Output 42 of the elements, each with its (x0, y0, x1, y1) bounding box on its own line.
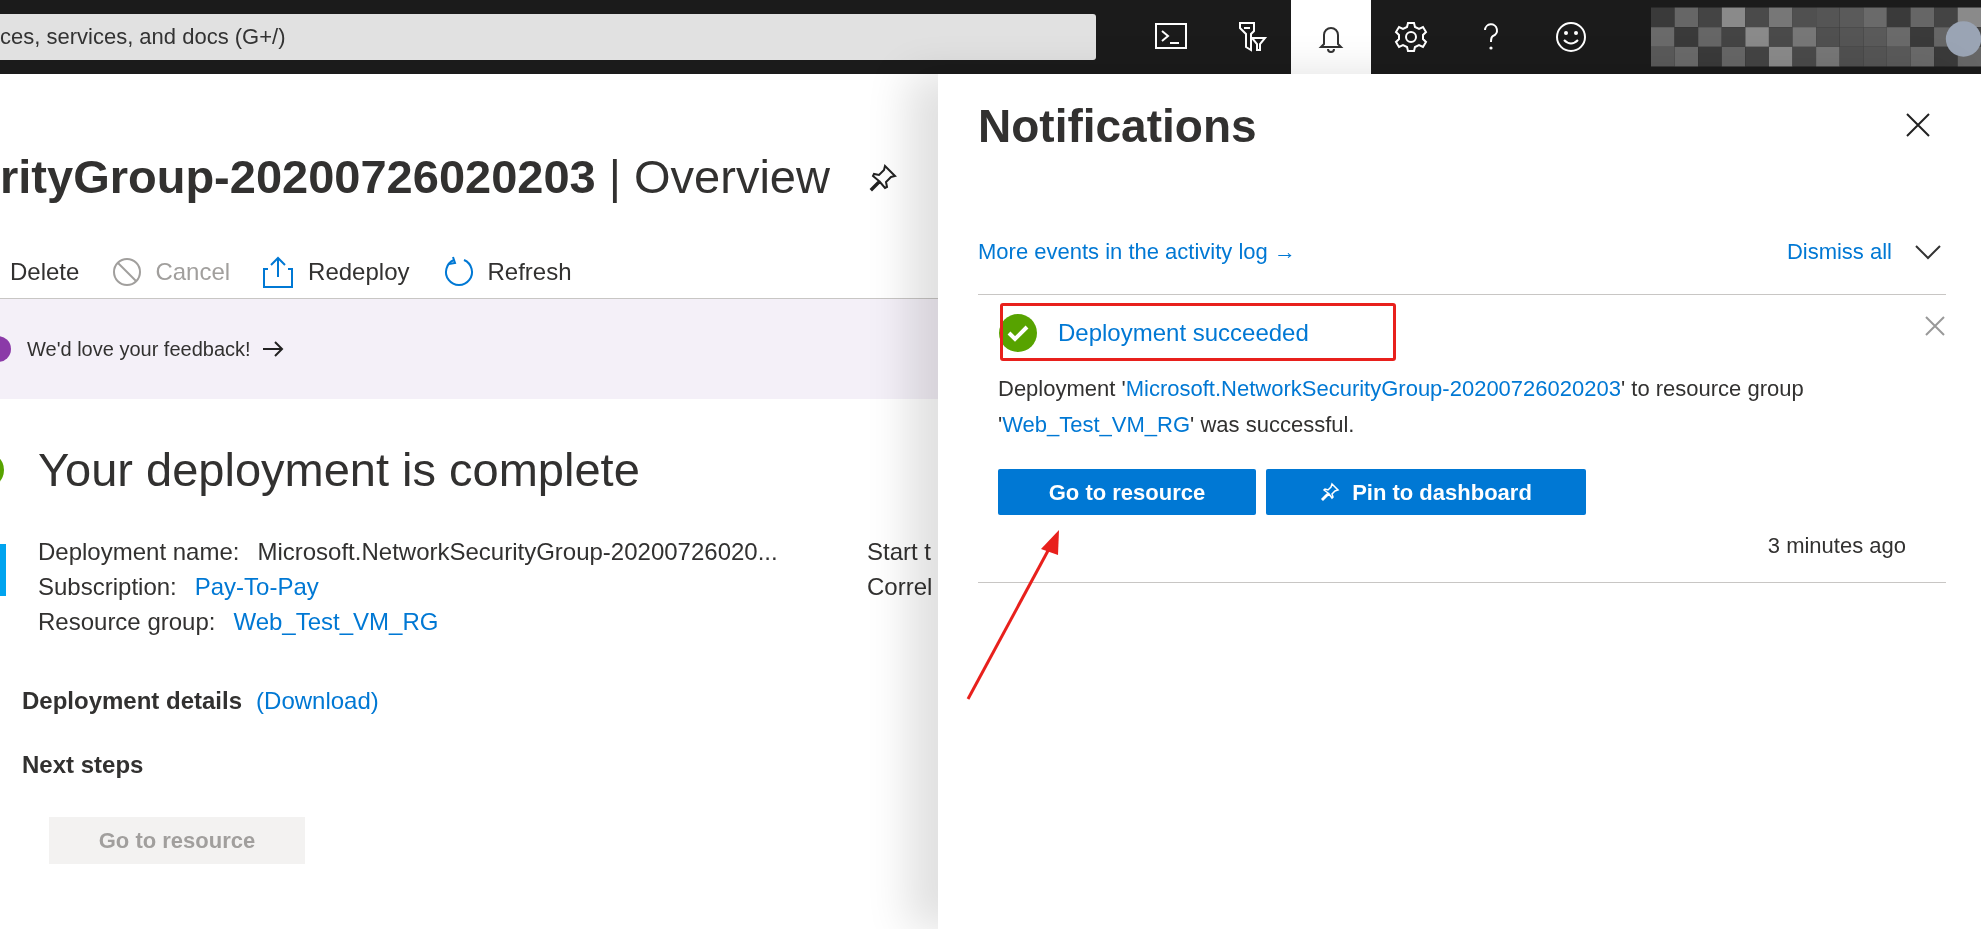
detail-link[interactable]: Web_Test_VM_RG (233, 603, 439, 639)
cancel-icon (111, 255, 144, 288)
download-link[interactable]: (Download) (256, 682, 379, 719)
refresh-button[interactable]: Refresh (441, 253, 572, 290)
arrow-icon (260, 339, 285, 359)
success-icon (998, 313, 1038, 353)
section-heading: Deployment details (22, 685, 243, 716)
detail-label: Deployment name: (38, 536, 240, 567)
delete-button[interactable]: Delete (10, 253, 80, 290)
redeploy-button[interactable]: Redeploy (262, 253, 410, 290)
deployment-heading: Your deployment is complete (38, 442, 640, 498)
resource-link[interactable]: Microsoft.NetworkSecurityGroup-20200726020203 (1125, 376, 1621, 401)
detail-label: Start t (867, 536, 932, 567)
close-icon[interactable] (1905, 112, 1931, 138)
detail-label: Subscription: (38, 571, 177, 602)
upload-icon (262, 254, 295, 289)
bell-button[interactable] (1290, 0, 1371, 74)
go-to-resource-button[interactable]: Go to resource (998, 469, 1256, 515)
notification-message: Deployment 'Microsoft.NetworkSecurityGroup-20200726020203' to resource group 'Web_Test_VM_RG' was successful. (998, 375, 1805, 439)
timestamp: 3 minutes ago (1767, 532, 1906, 560)
resource-link[interactable]: Web_Test_VM_RG (1002, 412, 1191, 437)
smiley-icon (1553, 20, 1588, 54)
pin-icon[interactable] (867, 162, 898, 193)
detail-label: Resource group: (38, 606, 216, 637)
pin-icon (1320, 482, 1341, 502)
panel-title: Notifications (978, 99, 1257, 154)
detail-label: Correl (867, 571, 933, 602)
chevron-down-icon[interactable] (1914, 243, 1942, 260)
section-heading: Next steps (22, 749, 145, 780)
status-bar-accent (0, 543, 6, 596)
activity-log-link[interactable]: More events in the activity log → (978, 235, 1296, 268)
notification-title[interactable]: Deployment succeeded (1058, 315, 1309, 351)
dismiss-icon[interactable] (1924, 315, 1946, 337)
feedback-icon (0, 335, 12, 363)
feedback-link[interactable]: We'd love your feedback! (27, 334, 285, 364)
search-field[interactable]: ces, services, and docs (G+/) (0, 14, 1096, 60)
dismiss-all-link[interactable]: Dismiss all (1786, 235, 1892, 268)
pin-to-dashboard-button[interactable]: Pin to dashboard (1266, 469, 1586, 515)
page-title: rityGroup-20200726020203 | Overview (0, 149, 830, 206)
detail-value: Microsoft.NetworkSecurityGroup-20200726020... (257, 536, 778, 567)
detail-link[interactable]: Pay-To-Pay (194, 568, 319, 604)
settings-icon (1393, 20, 1428, 54)
